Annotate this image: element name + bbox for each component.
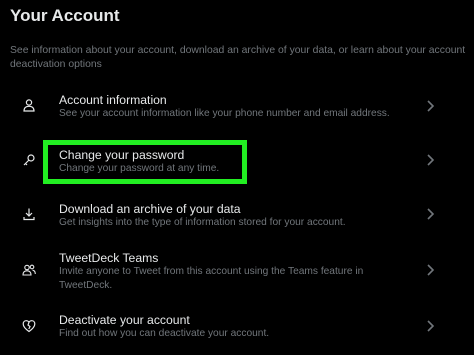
key-icon <box>22 153 36 167</box>
page-description: See information about your account, down… <box>10 45 466 70</box>
chevron-right-icon <box>425 207 435 221</box>
account-information-item[interactable]: Account information See your account inf… <box>0 90 474 124</box>
chevron-right-icon <box>425 153 435 167</box>
account-information-label: Account information <box>59 93 167 107</box>
chevron-right-icon <box>425 263 435 277</box>
tweetdeck-teams-description: Invite anyone to Tweet from this account… <box>59 266 364 291</box>
deactivate-account-item[interactable]: Deactivate your account Find out how you… <box>0 311 474 345</box>
download-archive-description: Get insights into the type of informatio… <box>59 217 346 228</box>
download-archive-label: Download an archive of your data <box>59 202 241 216</box>
tweetdeck-teams-item[interactable]: TweetDeck Teams Invite anyone to Tweet f… <box>0 250 474 298</box>
download-icon <box>22 207 36 221</box>
change-password-description: Change your password at any time. <box>59 163 220 174</box>
broken-heart-icon <box>22 319 36 333</box>
deactivate-account-description: Find out how you can deactivate your acc… <box>59 328 270 339</box>
chevron-right-icon <box>425 319 435 333</box>
download-archive-item[interactable]: Download an archive of your data Get ins… <box>0 200 474 234</box>
change-password-item[interactable]: Change your password Change your passwor… <box>0 145 474 181</box>
tweetdeck-teams-label: TweetDeck Teams <box>59 251 159 265</box>
chevron-right-icon <box>425 99 435 113</box>
account-information-description: See your account information like your p… <box>59 108 390 119</box>
person-icon <box>22 98 36 112</box>
people-icon <box>22 263 36 277</box>
deactivate-account-label: Deactivate your account <box>59 313 190 327</box>
change-password-label: Change your password <box>59 148 185 162</box>
page-title: Your Account <box>10 6 120 25</box>
